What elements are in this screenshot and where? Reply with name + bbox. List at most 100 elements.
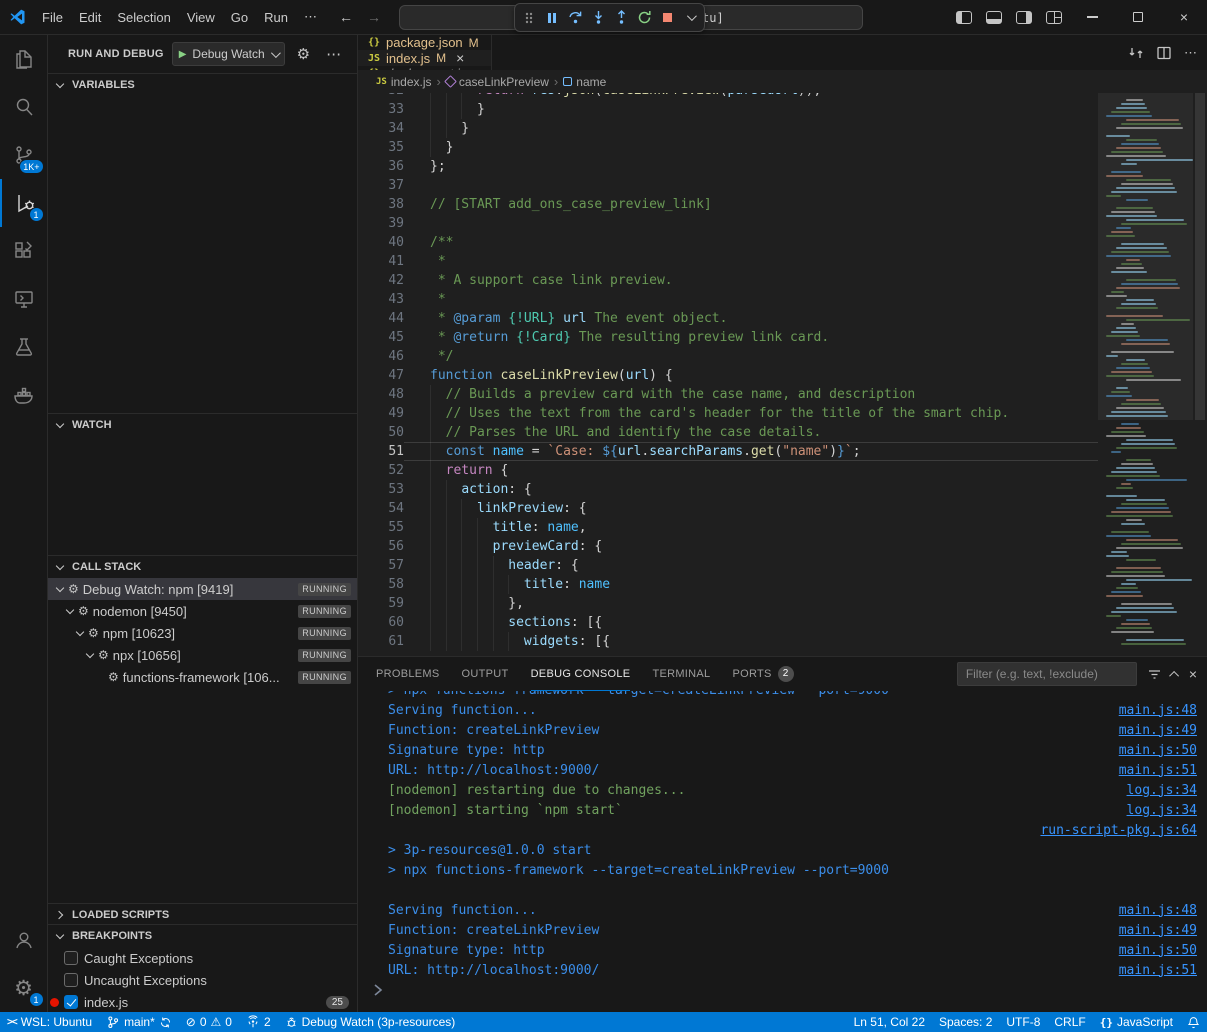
code-line[interactable]: 54 linkPreview: { [358,499,1098,518]
breakpoint-checkbox[interactable] [64,995,78,1009]
line-number[interactable]: 42 [358,271,404,290]
menu-item-go[interactable]: Go [223,10,256,25]
code-line[interactable]: 42 * A support case link preview. [358,271,1098,290]
nav-forward-icon[interactable]: → [367,9,381,25]
console-source-link[interactable]: main.js:48 [1119,903,1197,918]
line-number[interactable]: 59 [358,594,404,613]
start-debug-icon[interactable]: ▶ [179,49,187,60]
console-source-link[interactable]: main.js:51 [1119,963,1197,978]
line-number[interactable]: 33 [358,100,404,119]
code-line[interactable]: 57 header: { [358,556,1098,575]
panel-tab-terminal[interactable]: TERMINAL [652,657,710,691]
tab-index.js[interactable]: JSindex.jsM× [358,50,492,66]
line-number[interactable]: 39 [358,214,404,233]
line-number[interactable]: 34 [358,119,404,138]
debug-views-more-icon[interactable]: ⋯ [322,45,345,63]
line-number[interactable]: 38 [358,195,404,214]
call-stack-row[interactable]: ⚙Debug Watch: npm [9419]RUNNING [48,578,357,600]
console-input[interactable] [370,980,1197,1000]
code-line[interactable]: 43 * [358,290,1098,309]
editor-scrollbar[interactable] [1193,93,1207,656]
step-over-icon[interactable] [565,7,585,29]
watch-header[interactable]: WATCH [48,414,357,436]
variables-header[interactable]: VARIABLES [48,74,357,96]
code-line[interactable]: 37 [358,176,1098,195]
pause-icon[interactable] [542,7,562,29]
breakpoint-row[interactable]: index.js25 [48,991,357,1012]
line-number[interactable]: 45 [358,328,404,347]
console-source-link[interactable]: log.js:34 [1127,803,1197,818]
line-number[interactable]: 41 [358,252,404,271]
remote-explorer-icon[interactable] [0,275,48,323]
tab-package.json[interactable]: {}package.jsonM [358,35,492,50]
line-number[interactable]: 46 [358,347,404,366]
breakpoint-checkbox[interactable] [64,951,78,965]
code-line[interactable]: 58 title: name [358,575,1098,594]
console-source-link[interactable]: main.js:50 [1119,943,1197,958]
search-icon[interactable] [0,83,48,131]
line-number[interactable]: 53 [358,480,404,499]
breakpoint-checkbox[interactable] [64,973,78,987]
call-stack-header[interactable]: CALL STACK [48,556,357,578]
explorer-icon[interactable] [0,35,48,83]
line-number[interactable]: 51 [358,442,404,461]
console-source-link[interactable]: main.js:49 [1119,723,1197,738]
drag-handle-icon[interactable] [519,7,539,29]
close-button[interactable]: × [1161,0,1207,35]
encoding-item[interactable]: UTF-8 [999,1012,1047,1032]
remote-indicator[interactable]: >< WSL: Ubuntu [0,1012,99,1032]
line-number[interactable]: 49 [358,404,404,423]
accounts-icon[interactable] [0,916,48,964]
language-mode-item[interactable]: {} JavaScript [1093,1012,1180,1032]
code-line[interactable]: 33 } [358,100,1098,119]
console-source-link[interactable]: run-script-pkg.js:64 [1040,823,1197,838]
console-filter-input[interactable] [957,662,1137,686]
line-number[interactable]: 54 [358,499,404,518]
line-number[interactable]: 55 [358,518,404,537]
maximize-button[interactable] [1115,0,1161,35]
source-control-icon[interactable]: 1K+ [0,131,48,179]
line-number[interactable]: 32 [358,93,404,100]
minimap[interactable] [1098,93,1193,656]
forwarded-ports-item[interactable]: 2 [239,1012,278,1032]
customize-layout-icon[interactable] [1046,11,1062,24]
line-number[interactable]: 58 [358,575,404,594]
call-stack-row[interactable]: ⚙npm [10623]RUNNING [48,622,357,644]
console-source-link[interactable]: main.js:48 [1119,703,1197,718]
code-line[interactable]: 52 return { [358,461,1098,480]
call-stack-row[interactable]: ⚙functions-framework [106...RUNNING [48,666,357,688]
console-source-link[interactable]: main.js:50 [1119,743,1197,758]
breadcrumb-item-caseLinkPreview[interactable]: caseLinkPreview [446,75,549,89]
line-number[interactable]: 47 [358,366,404,385]
code-line[interactable]: 41 * [358,252,1098,271]
run-and-debug-icon[interactable]: 1 [0,179,48,227]
call-stack-row[interactable]: ⚙npx [10656]RUNNING [48,644,357,666]
step-out-icon[interactable] [611,7,631,29]
menu-item-run[interactable]: Run [256,10,296,25]
code-line[interactable]: 40/** [358,233,1098,252]
debug-session-chevron-icon[interactable] [680,7,700,29]
code-line[interactable]: 34 } [358,119,1098,138]
toggle-secondary-sidebar-icon[interactable] [1016,11,1032,24]
console-source-link[interactable]: log.js:34 [1127,783,1197,798]
code-line[interactable]: 49 // Uses the text from the card's head… [358,404,1098,423]
code-line[interactable]: 60 sections: [{ [358,613,1098,632]
panel-tab-ports[interactable]: PORTS2 [732,657,793,691]
debug-settings-gear-icon[interactable]: ⚙ [293,45,314,63]
indentation-item[interactable]: Spaces: 2 [932,1012,999,1032]
step-into-icon[interactable] [588,7,608,29]
close-panel-icon[interactable]: × [1189,666,1197,682]
debug-session-item[interactable]: Debug Watch (3p-resources) [278,1012,463,1032]
line-number[interactable]: 57 [358,556,404,575]
maximize-panel-icon[interactable] [1172,671,1179,678]
cursor-position-item[interactable]: Ln 51, Col 22 [847,1012,932,1032]
nav-back-icon[interactable]: ← [339,9,353,25]
toggle-panel-icon[interactable] [986,11,1002,24]
line-number[interactable]: 52 [358,461,404,480]
code-line[interactable]: 45 * @return {!Card} The resulting previ… [358,328,1098,347]
breakpoint-row[interactable]: Caught Exceptions [48,947,357,969]
line-number[interactable]: 36 [358,157,404,176]
menu-overflow-icon[interactable]: ⋯ [296,9,325,25]
line-number[interactable]: 48 [358,385,404,404]
panel-tab-problems[interactable]: PROBLEMS [376,657,440,691]
